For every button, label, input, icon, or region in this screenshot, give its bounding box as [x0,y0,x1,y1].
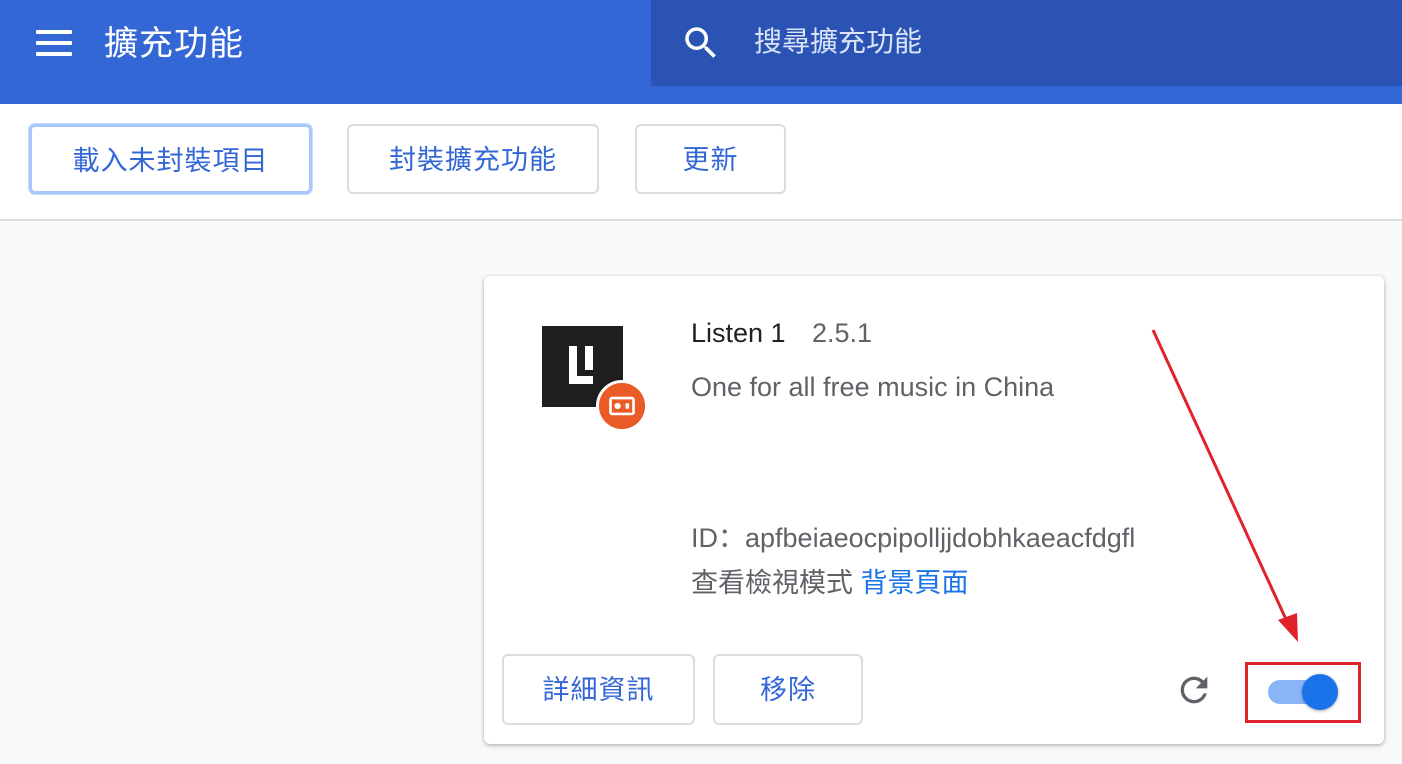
annotation-highlight-box [1245,662,1361,723]
load-unpacked-button[interactable]: 載入未封裝項目 [29,124,312,194]
pack-extension-button[interactable]: 封裝擴充功能 [347,124,599,194]
extension-id: ID：apfbeiaeocpipolljjdobhkaeacfdgfl [691,523,1136,553]
unpacked-badge-icon [596,380,648,432]
menu-icon[interactable] [28,22,78,64]
details-button[interactable]: 詳細資訊 [502,654,695,725]
app-header: 擴充功能 [0,0,1402,104]
inspect-views-label: 查看檢視模式 [691,568,853,598]
update-button[interactable]: 更新 [635,124,786,194]
search-input[interactable] [740,20,1360,64]
inspect-views: 查看檢視模式 背景頁面 [691,561,969,600]
developer-toolbar: 載入未封裝項目 封裝擴充功能 更新 [0,104,1402,221]
background-page-link[interactable]: 背景頁面 [861,568,969,598]
reload-icon[interactable] [1174,670,1214,710]
extension-description: One for all free music in China [691,372,1055,402]
extension-version: 2.5.1 [812,318,873,348]
remove-button[interactable]: 移除 [713,654,863,725]
page-title: 擴充功能 [104,25,244,63]
search-icon[interactable] [680,22,722,64]
extension-name: Listen 1 [691,318,786,348]
